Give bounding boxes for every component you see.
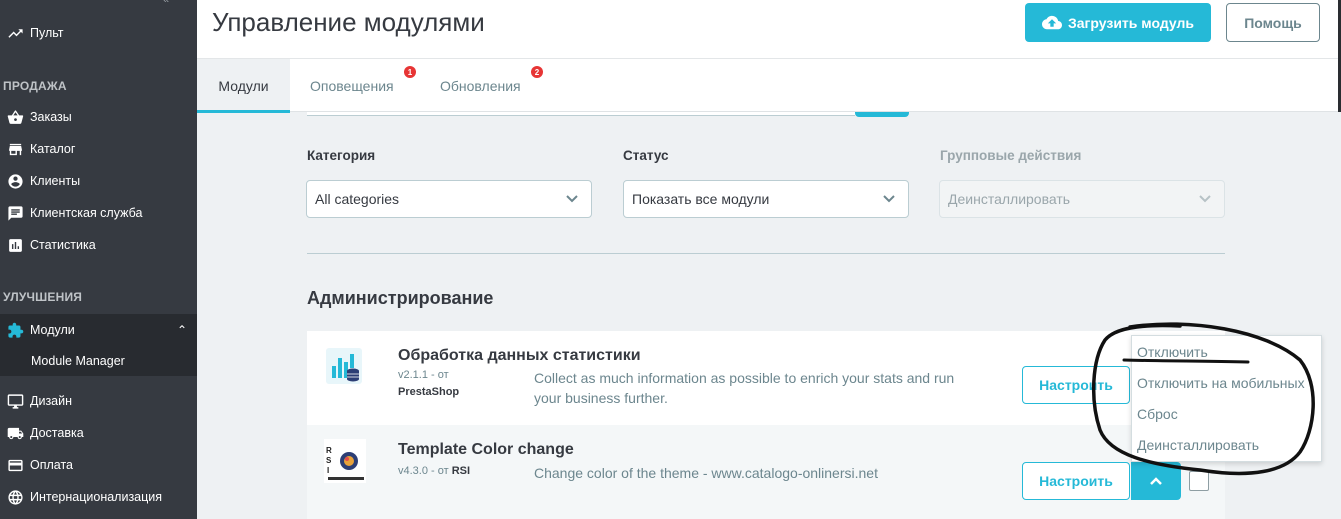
menu-item-uninstall[interactable]: Деинсталлировать bbox=[1137, 437, 1259, 453]
sidebar-item-label: Module Manager bbox=[31, 354, 125, 368]
module-checkbox[interactable] bbox=[1189, 471, 1209, 491]
bulk-actions-label: Групповые действия bbox=[940, 148, 1082, 163]
account-icon bbox=[0, 173, 30, 190]
section-title: Администрирование bbox=[307, 288, 494, 308]
svg-text:S: S bbox=[326, 456, 332, 465]
globe-icon bbox=[0, 489, 30, 506]
tab-label: Модули bbox=[218, 77, 269, 94]
divider bbox=[307, 253, 1225, 254]
sidebar: « Пульт ПРОДАЖА Заказы Каталог Клиенты К… bbox=[0, 0, 197, 519]
chart-icon bbox=[0, 237, 30, 254]
monitor-icon bbox=[0, 393, 30, 410]
cloud-upload-icon bbox=[1042, 15, 1062, 29]
sidebar-item-international[interactable]: Интернационализация bbox=[0, 482, 197, 512]
chat-icon bbox=[0, 205, 30, 222]
bulk-actions-select: Деинсталлировать bbox=[939, 180, 1225, 218]
sidebar-item-label: Клиентская служба bbox=[30, 206, 143, 220]
menu-item-disable-mobile[interactable]: Отключить на мобильных bbox=[1137, 375, 1305, 391]
basket-icon bbox=[0, 109, 30, 126]
sidebar-item-label: Оплата bbox=[30, 458, 73, 472]
tab-label: Оповещения bbox=[310, 77, 394, 94]
sidebar-item-dashboard[interactable]: Пульт bbox=[0, 18, 197, 48]
category-select-value: All categories bbox=[315, 191, 400, 207]
sidebar-section-improve: УЛУЧШЕНИЯ bbox=[3, 290, 83, 304]
actions-dropdown-toggle[interactable] bbox=[1131, 462, 1181, 500]
search-button[interactable] bbox=[855, 112, 909, 117]
sidebar-item-label: Клиенты bbox=[30, 174, 81, 188]
module-name: Обработка данных статистики bbox=[398, 347, 641, 364]
sidebar-item-orders[interactable]: Заказы bbox=[0, 102, 197, 132]
status-select[interactable]: Показать все модули bbox=[623, 180, 909, 218]
module-author: PrestaShop bbox=[398, 386, 460, 398]
sidebar-item-label: Заказы bbox=[30, 110, 72, 124]
store-icon bbox=[0, 141, 30, 158]
module-row: Обработка данных статистики v2.1.1 - от … bbox=[307, 331, 1225, 425]
svg-text:R: R bbox=[326, 446, 332, 455]
module-author: RSI bbox=[451, 465, 471, 477]
tab-bar: Модули Оповещения 1 Обновления 2 bbox=[197, 59, 1341, 113]
sidebar-item-modules[interactable]: Модули ⌃ bbox=[0, 314, 197, 346]
rsi-module-logo: R S I bbox=[324, 439, 366, 483]
chevron-up-icon bbox=[1150, 477, 1162, 485]
truck-icon bbox=[0, 425, 30, 442]
module-version: v4.3.0 - от RSI bbox=[398, 465, 470, 477]
upload-module-button[interactable]: Загрузить модуль bbox=[1025, 3, 1211, 42]
search-input[interactable] bbox=[307, 112, 855, 116]
tab-updates[interactable]: Обновления 2 bbox=[440, 59, 543, 112]
sidebar-section-sell: ПРОДАЖА bbox=[3, 79, 67, 93]
category-filter-label: Категория bbox=[307, 148, 376, 163]
configure-button[interactable]: Настроить bbox=[1022, 366, 1130, 404]
trending-icon bbox=[0, 25, 30, 42]
help-button[interactable]: Помощь bbox=[1226, 3, 1320, 42]
status-select-value: Показать все модули bbox=[632, 191, 770, 207]
sidebar-item-label: Статистика bbox=[30, 238, 96, 252]
sidebar-item-label: Модули bbox=[30, 323, 75, 337]
chevron-down-icon bbox=[1198, 192, 1212, 209]
update-badge: 2 bbox=[531, 66, 543, 78]
module-actions-menu: Отключить Отключить на мобильных Сброс Д… bbox=[1131, 335, 1322, 462]
module-description: Collect as much information as possible … bbox=[534, 370, 955, 406]
sidebar-item-label: Пульт bbox=[30, 26, 64, 40]
sidebar-item-design[interactable]: Дизайн bbox=[0, 386, 197, 416]
chevron-down-icon bbox=[565, 192, 579, 209]
chevron-up-icon: ⌃ bbox=[176, 323, 187, 337]
configure-button[interactable]: Настроить bbox=[1022, 462, 1130, 500]
svg-text:I: I bbox=[327, 466, 329, 475]
chevron-down-icon bbox=[882, 192, 896, 209]
sidebar-item-label: Дизайн bbox=[30, 394, 73, 408]
puzzle-icon bbox=[0, 322, 30, 339]
bulk-actions-value: Деинсталлировать bbox=[948, 191, 1071, 207]
stats-module-logo bbox=[324, 346, 364, 386]
tab-label: Обновления bbox=[440, 77, 521, 94]
sidebar-item-label: Интернационализация bbox=[30, 490, 163, 504]
upload-module-label: Загрузить модуль bbox=[1068, 14, 1194, 31]
module-name: Template Color change bbox=[398, 441, 574, 458]
tab-notifications[interactable]: Оповещения 1 bbox=[310, 59, 416, 112]
module-row: R S I Template Color change v4.3.0 - от … bbox=[307, 425, 1225, 519]
tab-modules[interactable]: Модули bbox=[197, 59, 290, 113]
module-version-text: v4.3.0 - от bbox=[398, 465, 449, 477]
page-header: Управление модулями Загрузить модуль Пом… bbox=[197, 0, 1341, 59]
collapse-icon[interactable]: « bbox=[163, 0, 169, 6]
page-title: Управление модулями bbox=[212, 7, 485, 37]
notification-badge: 1 bbox=[404, 66, 416, 78]
sidebar-item-label: Доставка bbox=[30, 426, 84, 440]
sidebar-item-payment[interactable]: Оплата bbox=[0, 450, 197, 480]
sidebar-item-catalog[interactable]: Каталог bbox=[0, 134, 197, 164]
menu-item-reset[interactable]: Сброс bbox=[1137, 406, 1178, 422]
sidebar-item-stats[interactable]: Статистика bbox=[0, 230, 197, 260]
status-filter-label: Статус bbox=[623, 148, 669, 163]
card-icon bbox=[0, 457, 30, 474]
sidebar-subitem-module-manager[interactable]: Module Manager bbox=[0, 346, 197, 376]
sidebar-item-label: Каталог bbox=[30, 142, 76, 156]
menu-item-disable[interactable]: Отключить bbox=[1137, 344, 1208, 360]
sidebar-item-shipping[interactable]: Доставка bbox=[0, 418, 197, 448]
sidebar-item-customers[interactable]: Клиенты bbox=[0, 166, 197, 196]
category-select[interactable]: All categories bbox=[306, 180, 592, 218]
module-version: v2.1.1 - от bbox=[398, 369, 449, 381]
sidebar-item-customer-service[interactable]: Клиентская служба bbox=[0, 198, 197, 228]
